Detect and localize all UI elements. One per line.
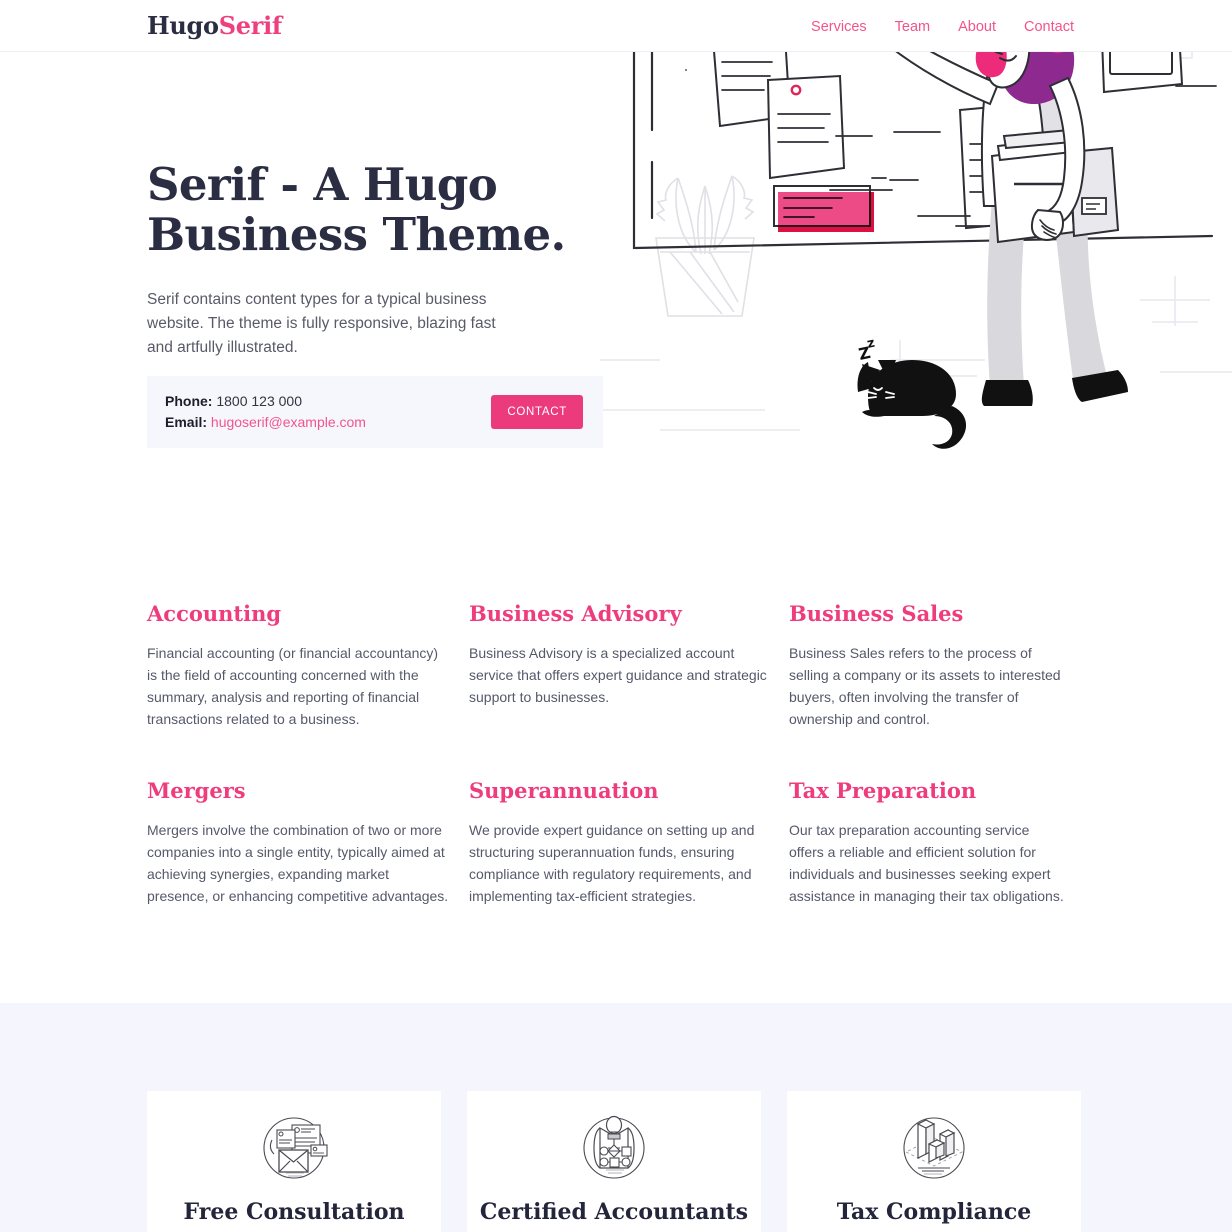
service-body: Business Sales refers to the process of … (789, 645, 1061, 727)
feature-card-free-consultation[interactable]: Free Consultation (147, 1091, 441, 1232)
service-body: Our tax preparation accounting service o… (789, 822, 1064, 904)
feature-card-title: Tax Compliance (836, 1199, 1032, 1225)
lightbulb-flowchart-icon (576, 1110, 652, 1186)
hero-title-line-2: Business Theme. (147, 208, 566, 261)
service-title: Accounting (147, 601, 282, 626)
hero-subtitle: Serif contains content types for a typic… (147, 291, 496, 356)
service-title: Mergers (147, 778, 246, 803)
feature-card-certified-accountants[interactable]: Certified Accountants (467, 1091, 761, 1232)
service-body: Financial accounting (or financial accou… (147, 645, 439, 727)
nav-item-contact[interactable]: Contact (1024, 17, 1074, 37)
email-label: Email: (165, 414, 208, 430)
service-item-business-sales: Business Sales Business Sales refers to … (789, 600, 1087, 730)
contact-details: Phone: 1800 123 000 Email: hugoserif@exa… (165, 391, 366, 433)
service-item-business-advisory: Business Advisory Business Advisory is a… (469, 600, 789, 730)
logo-text-accent: Serif (218, 11, 283, 40)
service-item-superannuation: Superannuation We provide expert guidanc… (469, 777, 789, 907)
nav-item-team[interactable]: Team (895, 17, 930, 37)
service-title: Business Sales (789, 601, 964, 626)
main-navigation: Services Team About Contact (811, 17, 1074, 37)
service-body: Business Advisory is a specialized accou… (469, 645, 767, 705)
hero-illustration: z Z (600, 0, 1232, 480)
feature-card-tax-compliance[interactable]: Tax Compliance (787, 1091, 1081, 1232)
contact-button[interactable]: CONTACT (491, 395, 583, 429)
features-band: Free Consultation Certified Accountants … (0, 1003, 1232, 1232)
mail-documents-icon (256, 1110, 332, 1186)
nav-item-services[interactable]: Services (811, 17, 867, 37)
site-logo[interactable]: HugoSerif (147, 11, 282, 41)
services-grid: Accounting Financial accounting (or fina… (147, 600, 1087, 907)
hero-title-line-1: Serif - A Hugo (147, 158, 498, 211)
feature-card-title: Free Consultation (183, 1199, 405, 1225)
contact-phone-row: Phone: 1800 123 000 (165, 391, 366, 412)
hero-section: z Z Serif - A Hugo Business Theme. Serif… (0, 0, 1232, 512)
features-card-row: Free Consultation Certified Accountants … (147, 1091, 1087, 1232)
hero-copy: Serif - A Hugo Business Theme. Serif con… (147, 160, 617, 360)
logo-text-primary: Hugo (147, 11, 219, 40)
phone-label: Phone: (165, 393, 213, 409)
service-title: Business Advisory (469, 601, 682, 626)
page-title: Serif - A Hugo Business Theme. (147, 160, 617, 260)
service-body: Mergers involve the combination of two o… (147, 822, 449, 904)
bar-chart-3d-icon (896, 1110, 972, 1186)
site-header: HugoSerif Services Team About Contact (0, 0, 1232, 52)
service-body: We provide expert guidance on setting up… (469, 822, 755, 904)
page-root: HugoSerif Services Team About Contact z … (0, 0, 1232, 1232)
feature-card-title: Certified Accountants (479, 1199, 749, 1225)
phone-value: 1800 123 000 (216, 393, 302, 409)
service-item-accounting: Accounting Financial accounting (or fina… (147, 600, 469, 730)
contact-email-row: Email: hugoserif@example.com (165, 412, 366, 433)
email-link[interactable]: hugoserif@example.com (211, 414, 366, 430)
service-item-mergers: Mergers Mergers involve the combination … (147, 777, 469, 907)
service-title: Superannuation (469, 778, 659, 803)
service-item-tax-preparation: Tax Preparation Our tax preparation acco… (789, 777, 1087, 907)
nav-item-about[interactable]: About (958, 17, 996, 37)
hero-contact-box: Phone: 1800 123 000 Email: hugoserif@exa… (147, 376, 603, 448)
service-title: Tax Preparation (789, 778, 977, 803)
